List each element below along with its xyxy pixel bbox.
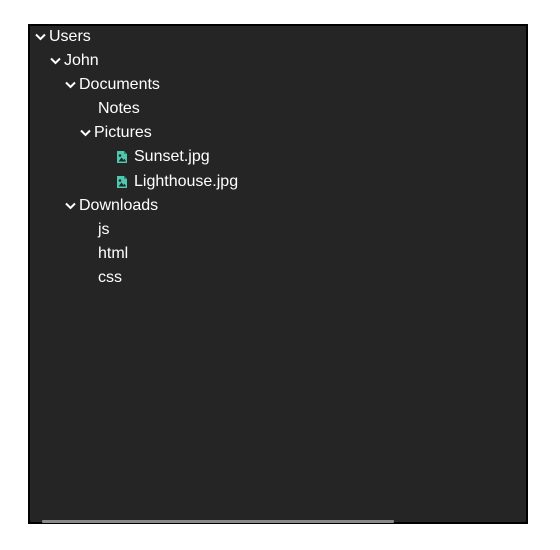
tree-item-label: John bbox=[64, 52, 99, 69]
tree-item-label: js bbox=[98, 221, 110, 238]
chevron-down-icon[interactable] bbox=[34, 26, 49, 48]
tree-item-downloads[interactable]: Downloads bbox=[64, 195, 158, 217]
tree-item-label: Lighthouse.jpg bbox=[134, 173, 239, 190]
tree-item-js[interactable]: js bbox=[98, 219, 110, 241]
chevron-down-icon[interactable] bbox=[64, 74, 79, 96]
tree-item-label: Sunset.jpg bbox=[134, 148, 210, 165]
tree-item-label: Downloads bbox=[79, 197, 159, 214]
tree-item-notes[interactable]: Notes bbox=[98, 98, 140, 120]
image-file-icon bbox=[116, 149, 128, 163]
chevron-down-icon[interactable] bbox=[79, 122, 94, 144]
tree-item-css[interactable]: css bbox=[98, 267, 122, 289]
tree-item-users[interactable]: Users bbox=[34, 26, 91, 48]
image-file-icon bbox=[116, 174, 128, 188]
tree-item-label: Pictures bbox=[94, 124, 152, 141]
tree-item-lighthouse[interactable]: Lighthouse.jpg bbox=[116, 171, 238, 193]
tree-item-label: Users bbox=[49, 28, 91, 45]
horizontal-scrollbar[interactable] bbox=[42, 520, 394, 523]
chevron-down-icon[interactable] bbox=[49, 50, 64, 72]
tree-item-pictures[interactable]: Pictures bbox=[79, 122, 152, 144]
tree-item-label: html bbox=[98, 245, 129, 262]
chevron-down-icon[interactable] bbox=[64, 195, 79, 217]
tree-item-sunset[interactable]: Sunset.jpg bbox=[116, 146, 210, 168]
tree-item-documents[interactable]: Documents bbox=[64, 74, 160, 96]
tree-item-label: Documents bbox=[79, 76, 160, 93]
file-tree-panel: Users John Documents Notes Pictures Suns… bbox=[28, 24, 528, 524]
tree-item-html[interactable]: html bbox=[98, 243, 128, 265]
tree-item-label: css bbox=[98, 269, 122, 286]
tree-item-john[interactable]: John bbox=[49, 50, 99, 72]
tree-item-label: Notes bbox=[98, 100, 140, 117]
